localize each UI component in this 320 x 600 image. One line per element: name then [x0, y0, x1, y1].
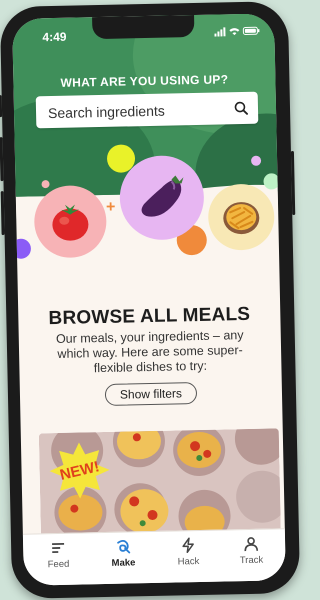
show-filters-button[interactable]: Show filters [104, 382, 198, 406]
volume-up-button [0, 137, 4, 182]
make-icon [117, 539, 131, 554]
pasta-icon [223, 202, 260, 235]
tomato-icon [52, 204, 89, 241]
tab-feed-label: Feed [47, 558, 70, 571]
tab-bar: Feed Make Hack Track [22, 528, 286, 586]
browse-description: Our meals, your ingredients – any which … [55, 328, 244, 376]
tab-hack[interactable]: Hack [158, 537, 219, 568]
tab-feed[interactable]: Feed [28, 539, 89, 570]
ingredient-pasta[interactable] [207, 183, 275, 251]
track-icon [244, 537, 259, 552]
meal-image: NEW! [38, 428, 282, 544]
status-icons [214, 26, 260, 40]
browse-title: BROWSE ALL MEALS [48, 303, 251, 330]
tab-track[interactable]: Track [221, 535, 282, 566]
meal-card[interactable]: NEW! [38, 428, 282, 544]
battery-icon [214, 26, 260, 37]
mute-switch [0, 95, 3, 118]
volume-down-button [0, 191, 5, 236]
feed-icon [52, 542, 65, 554]
search-bar[interactable] [35, 91, 259, 131]
tab-make-label: Make [111, 557, 136, 569]
tab-make[interactable]: Make [93, 538, 154, 569]
search-input[interactable] [45, 92, 231, 131]
ingredient-tomato[interactable] [33, 184, 108, 259]
decor-plus: + [105, 198, 116, 216]
eggplant-icon [141, 175, 184, 217]
tab-track-label: Track [239, 554, 264, 567]
status-time: 4:49 [42, 29, 67, 45]
power-button [290, 150, 296, 216]
decor-dot [12, 238, 32, 259]
hack-icon [182, 537, 194, 554]
screen: 4:49 WHAT ARE YOU USING UP? Search ingre… [12, 13, 286, 586]
phone-frame: 4:49 WHAT ARE YOU USING UP? Search ingre… [0, 1, 301, 599]
search-icon[interactable] [234, 101, 249, 115]
tab-hack-label: Hack [177, 556, 200, 568]
